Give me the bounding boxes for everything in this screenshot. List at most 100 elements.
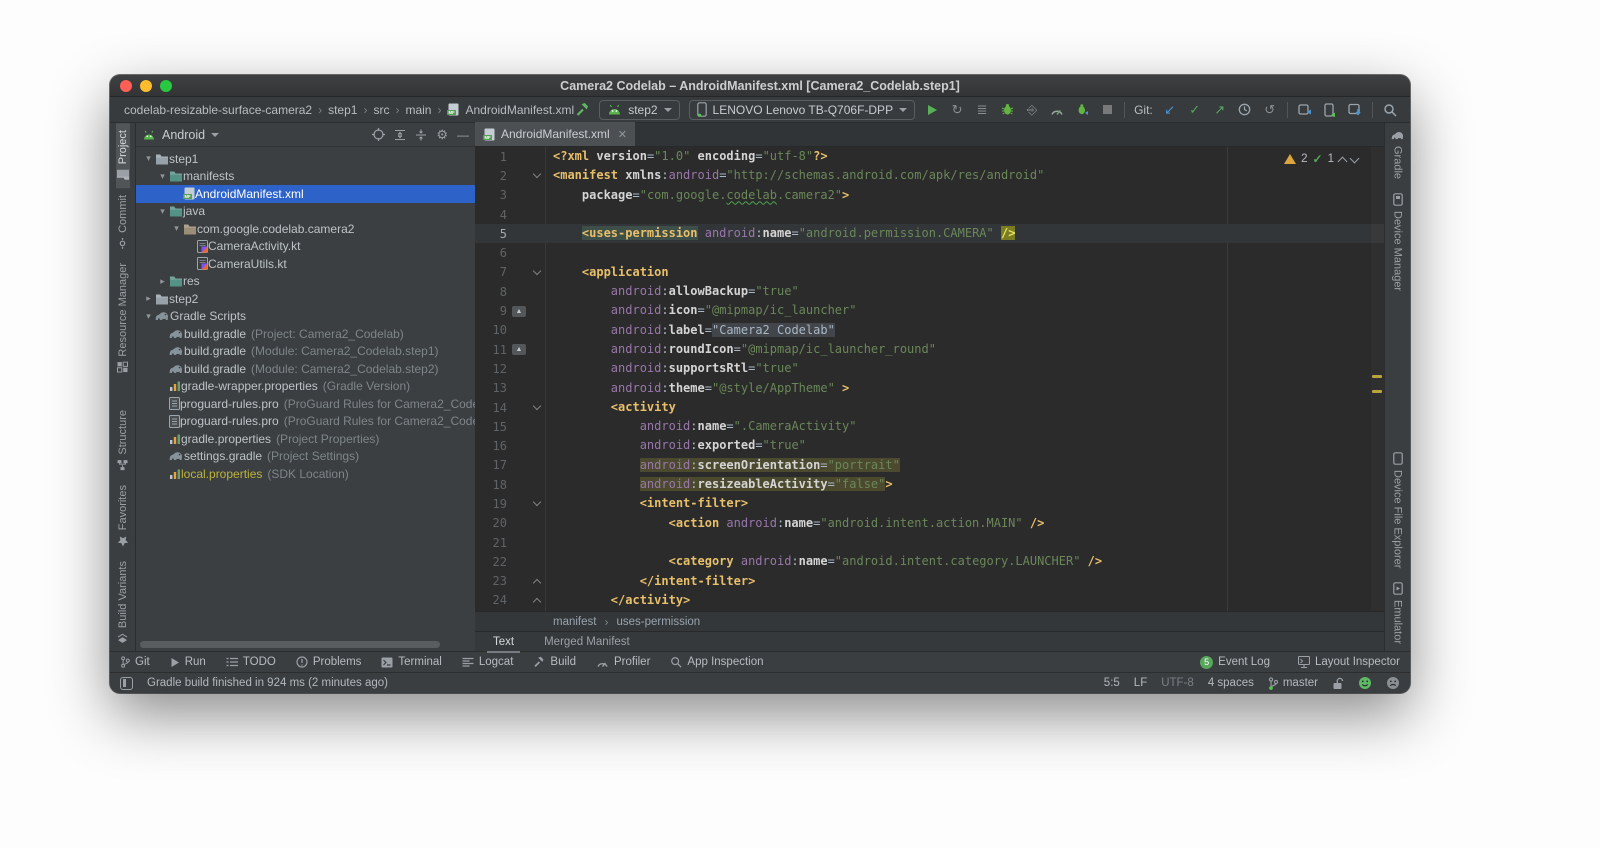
- tree-item-manifests[interactable]: ▾ manifests: [136, 168, 475, 186]
- tool-window-button-logcat[interactable]: Logcat: [462, 656, 513, 668]
- device-manager-icon[interactable]: [1322, 101, 1338, 119]
- collapse-all-icon[interactable]: [415, 129, 427, 141]
- code-line-1[interactable]: 1 <?xml version="1.0" encoding="utf-8"?>: [475, 147, 1384, 166]
- git-commit-icon[interactable]: ✓: [1187, 101, 1203, 119]
- expand-all-icon[interactable]: [394, 129, 406, 141]
- code-line-17[interactable]: 17 android:screenOrientation="portrait": [475, 456, 1384, 475]
- profiler-gauge-icon[interactable]: [1049, 101, 1065, 119]
- panel-settings-gear-icon[interactable]: ⚙: [436, 127, 448, 143]
- editor-mode-tab-text[interactable]: Text: [486, 634, 521, 653]
- code-line-10[interactable]: 10 android:label="Camera2 Codelab": [475, 321, 1384, 340]
- next-issue-icon[interactable]: [1349, 153, 1360, 163]
- run-button[interactable]: [924, 101, 940, 119]
- tree-item-build-gradle[interactable]: build.gradle (Project: Camera2_Codelab): [136, 325, 475, 343]
- settings-gear-icon[interactable]: ⚙: [1407, 101, 1410, 119]
- run-configuration-select[interactable]: step2: [599, 99, 680, 120]
- previous-issue-icon[interactable]: [1337, 156, 1348, 166]
- stripe-button-structure[interactable]: Structure: [117, 403, 129, 478]
- code-line-22[interactable]: 22 <category android:name="android.inten…: [475, 552, 1384, 571]
- code-line-15[interactable]: 15 android:name=".CameraActivity": [475, 417, 1384, 436]
- tool-window-button-terminal[interactable]: Terminal: [381, 656, 442, 668]
- tool-window-toggle-icon[interactable]: [120, 676, 133, 690]
- breadcrumb-item-step1[interactable]: step1: [328, 103, 357, 117]
- code-line-7[interactable]: 7 <application: [475, 263, 1384, 282]
- breadcrumb-item-main[interactable]: main: [405, 103, 431, 117]
- tree-item-step1[interactable]: ▾ step1: [136, 150, 475, 168]
- tree-item-res[interactable]: ▸ res: [136, 273, 475, 291]
- tree-item-proguard-rules-pro[interactable]: proguard-rules.pro (ProGuard Rules for Ca…: [136, 413, 475, 431]
- xml-breadcrumb-manifest[interactable]: manifest: [553, 616, 596, 628]
- tree-item-local-properties[interactable]: local.properties (SDK Location): [136, 465, 475, 483]
- debug-bug-icon[interactable]: [999, 101, 1015, 119]
- editor-mode-tab-merged-manifest[interactable]: Merged Manifest: [542, 634, 632, 650]
- indent-setting[interactable]: 4 spaces: [1208, 677, 1254, 689]
- tree-item-build-gradle[interactable]: build.gradle (Module: Camera2_Codelab.ste…: [136, 360, 475, 378]
- fold-marker-icon[interactable]: [532, 170, 542, 179]
- fold-marker-icon[interactable]: [532, 578, 542, 587]
- tree-item-settings-gradle[interactable]: settings.gradle (Project Settings): [136, 448, 475, 466]
- code-line-11[interactable]: 11 ▲ android:roundIcon="@mipmap/ic_launch…: [475, 340, 1384, 359]
- rerun-icon[interactable]: ↻: [949, 101, 965, 119]
- tool-window-button-git[interactable]: Git: [120, 656, 150, 668]
- code-line-21[interactable]: 21: [475, 533, 1384, 552]
- locate-file-icon[interactable]: [372, 128, 386, 141]
- profiler-device-icon[interactable]: [1297, 101, 1313, 119]
- warning-stripe-mark[interactable]: [1372, 390, 1382, 393]
- caret-position[interactable]: 5:5: [1104, 677, 1120, 689]
- happy-face-icon[interactable]: [1358, 676, 1372, 690]
- code-line-3[interactable]: 3 package="com.google.codelab.camera2">: [475, 186, 1384, 205]
- code-line-5[interactable]: 5 <uses-permission android:name="android…: [475, 224, 1384, 244]
- code-line-19[interactable]: 19 <intent-filter>: [475, 494, 1384, 513]
- attach-debugger-icon[interactable]: ⎆: [1024, 101, 1040, 119]
- tree-item-proguard-rules-pro[interactable]: proguard-rules.pro (ProGuard Rules for Ca…: [136, 395, 475, 413]
- tool-window-button-build[interactable]: Build: [533, 656, 576, 668]
- build-hammer-icon[interactable]: [574, 101, 590, 119]
- code-line-20[interactable]: 20 <action android:name="android.intent.…: [475, 514, 1384, 533]
- hide-panel-icon[interactable]: —: [457, 128, 469, 142]
- project-view-selector[interactable]: Android: [162, 128, 205, 142]
- horizontal-scrollbar[interactable]: [140, 641, 440, 648]
- tree-item-step2[interactable]: ▸ step2: [136, 290, 475, 308]
- tree-item-gradle-properties[interactable]: gradle.properties (Project Properties): [136, 430, 475, 448]
- search-everywhere-icon[interactable]: [1382, 101, 1398, 119]
- tree-item-java[interactable]: ▾ java: [136, 203, 475, 221]
- editor-tab-androidmanifest[interactable]: MF AndroidManifest.xml ✕: [475, 122, 635, 146]
- xml-breadcrumb-uses-permission[interactable]: uses-permission: [616, 616, 700, 628]
- stripe-button-gradle[interactable]: Gradle: [1391, 123, 1405, 186]
- fold-marker-icon[interactable]: [532, 597, 542, 607]
- stripe-button-device-file-explorer[interactable]: Device File Explorer: [1392, 445, 1404, 575]
- editor-scrollbar[interactable]: [1371, 147, 1384, 611]
- fold-marker-icon[interactable]: [532, 498, 542, 507]
- tree-item-androidmanifest-xml[interactable]: MF AndroidManifest.xml: [136, 185, 475, 203]
- git-branch-widget[interactable]: master: [1268, 676, 1318, 690]
- breadcrumb-item-codelab-resizable-surface-camera2[interactable]: codelab-resizable-surface-camera2: [124, 103, 312, 117]
- tool-window-button-app-inspection[interactable]: App Inspection: [670, 656, 764, 668]
- stripe-button-device-manager[interactable]: Device Manager: [1392, 186, 1404, 298]
- code-line-9[interactable]: 9 ▲ android:icon="@mipmap/ic_launcher": [475, 301, 1384, 320]
- apply-changes-icon[interactable]: ≣: [974, 101, 990, 119]
- git-update-icon[interactable]: ↙: [1162, 101, 1178, 119]
- code-line-4[interactable]: 4: [475, 205, 1384, 224]
- file-encoding[interactable]: UTF-8: [1161, 677, 1194, 689]
- code-line-13[interactable]: 13 android:theme="@style/AppTheme" >: [475, 379, 1384, 398]
- lock-icon[interactable]: [1332, 677, 1344, 690]
- breadcrumb-item-src[interactable]: src: [373, 103, 389, 117]
- tree-item-gradle-wrapper-properties[interactable]: gradle-wrapper.properties (Gradle Version…: [136, 378, 475, 396]
- code-line-8[interactable]: 8 android:allowBackup="true": [475, 282, 1384, 301]
- tree-item-camerautils-kt[interactable]: CameraUtils.kt: [136, 255, 475, 273]
- tree-item-gradle-scripts[interactable]: ▾ Gradle Scripts: [136, 308, 475, 326]
- device-select[interactable]: LENOVO Lenovo TB-Q706F-DPP: [688, 99, 916, 120]
- fold-marker-icon[interactable]: [532, 266, 542, 276]
- stripe-button-favorites[interactable]: Favorites: [117, 478, 129, 554]
- tree-item-com-google-codelab-camera2[interactable]: ▾ com.google.codelab.camera2: [136, 220, 475, 238]
- tool-window-button-problems[interactable]: Problems: [296, 656, 361, 668]
- git-push-icon[interactable]: ↗: [1212, 101, 1228, 119]
- code-line-14[interactable]: 14 <activity: [475, 398, 1384, 417]
- profile-app-icon[interactable]: [1074, 101, 1090, 119]
- sdk-manager-icon[interactable]: [1347, 101, 1363, 119]
- history-clock-icon[interactable]: [1237, 101, 1253, 119]
- code-line-18[interactable]: 18 android:resizeableActivity="false">: [475, 475, 1384, 494]
- code-line-6[interactable]: 6: [475, 243, 1384, 262]
- tree-item-build-gradle[interactable]: build.gradle (Module: Camera2_Codelab.ste…: [136, 343, 475, 361]
- tool-window-button-profiler[interactable]: Profiler: [596, 656, 650, 668]
